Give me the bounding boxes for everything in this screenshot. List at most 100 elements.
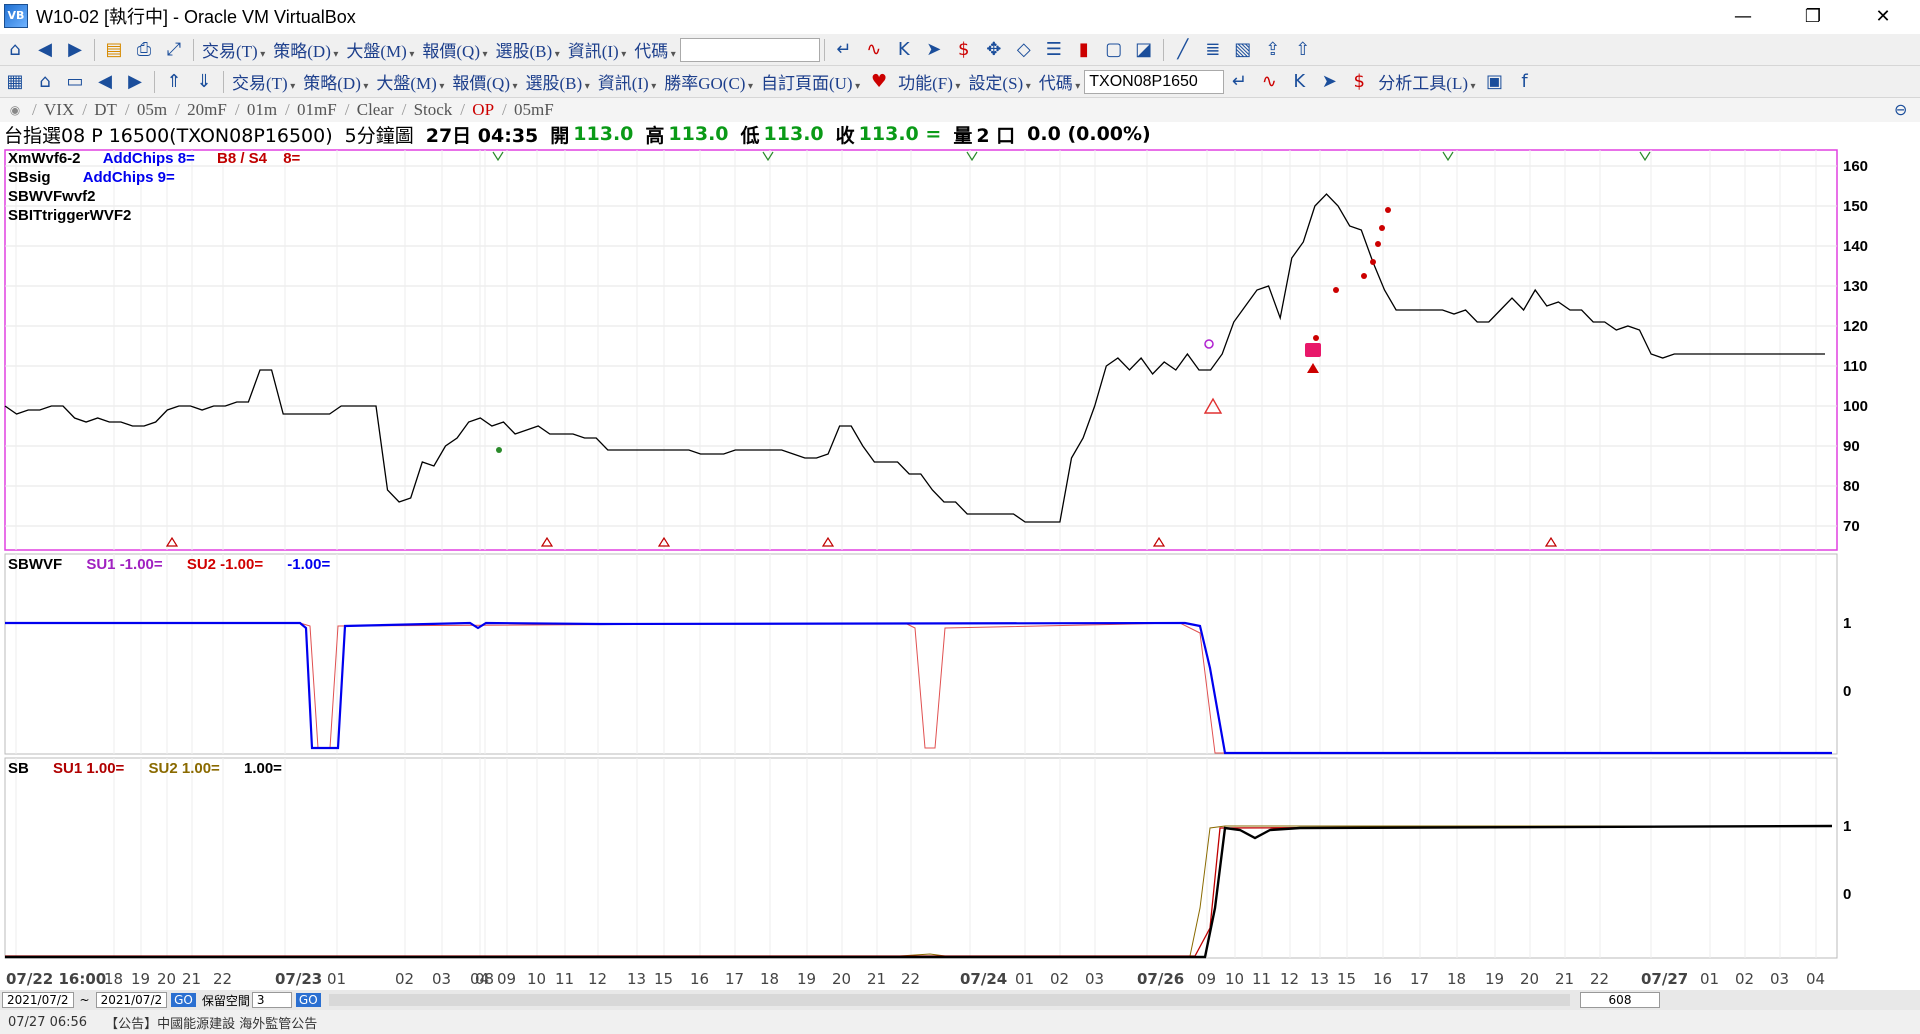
legend-addchips: AddChips 8=: [102, 150, 195, 167]
x-tick-label: 07/26: [1137, 970, 1185, 988]
eraser-icon[interactable]: ◇: [1011, 37, 1037, 63]
bar-count[interactable]: 608: [1580, 992, 1660, 1008]
scroll-track[interactable]: [328, 994, 1570, 1006]
line-chart-icon[interactable]: ∿: [1256, 69, 1282, 95]
tab-clear[interactable]: Clear: [343, 100, 400, 120]
x-tick-label: 03: [1770, 970, 1790, 988]
menu2-market[interactable]: 大盤(M): [376, 69, 444, 94]
tab-vix[interactable]: VIX: [30, 100, 80, 120]
window-icon[interactable]: ▭: [62, 69, 88, 95]
back-icon[interactable]: ◀: [92, 69, 118, 95]
code-input-1[interactable]: [679, 37, 820, 62]
move-icon[interactable]: ✥: [981, 37, 1007, 63]
hatch-icon[interactable]: ▧: [1230, 37, 1256, 63]
pointer-icon[interactable]: ➤: [1316, 69, 1342, 95]
datetime-label: 27日 04:35: [425, 124, 539, 147]
tab-01m[interactable]: 01m: [233, 100, 283, 120]
window-title: W10-02 [執行中] - Oracle VM VirtualBox: [36, 7, 356, 27]
line-chart-icon[interactable]: ∿: [861, 37, 887, 63]
up-double-icon[interactable]: ⇑: [161, 69, 187, 95]
down-double-icon[interactable]: ⇓: [191, 69, 217, 95]
menu2-strategy[interactable]: 策略(D): [303, 69, 368, 94]
menu2-winrate[interactable]: 勝率GO(C): [664, 69, 753, 94]
forward-icon[interactable]: ▶: [62, 37, 88, 63]
go-button-2[interactable]: GO: [295, 993, 321, 1007]
up-arrow-icon[interactable]: ⇧: [1290, 37, 1316, 63]
heart-icon[interactable]: ♥: [866, 69, 892, 95]
tab-05m[interactable]: 05m: [123, 100, 173, 120]
menu2-analysis[interactable]: 分析工具(L): [1378, 69, 1475, 94]
x-tick-label: 17: [725, 970, 745, 988]
volume-label: 量: [953, 124, 973, 147]
x-tick-label: 10: [527, 970, 547, 988]
go-button[interactable]: GO: [171, 993, 196, 1007]
k-chart-icon[interactable]: K: [1286, 69, 1312, 95]
code-input-2[interactable]: TXON08P1650: [1084, 69, 1225, 94]
zoom-icon[interactable]: ⊖: [1894, 100, 1907, 119]
home-icon[interactable]: ⌂: [32, 69, 58, 95]
x-tick-label: 15: [1337, 970, 1357, 988]
frame-icon[interactable]: ▢: [1101, 37, 1127, 63]
x-tick-label: 17: [1410, 970, 1430, 988]
pointer-icon[interactable]: ➤: [921, 37, 947, 63]
resize-icon[interactable]: ⤢: [161, 37, 187, 63]
menu2-custom[interactable]: 自訂頁面(U): [761, 69, 860, 94]
tab-05mf[interactable]: 05mF: [500, 100, 560, 120]
back-icon[interactable]: ◀: [32, 37, 58, 63]
k-chart-icon[interactable]: K: [891, 37, 917, 63]
menu-screen[interactable]: 選股(B): [496, 37, 560, 62]
enter-icon[interactable]: ↵: [831, 37, 857, 63]
menu-info[interactable]: 資訊(I): [568, 37, 627, 62]
end-date-select[interactable]: 2021/07/2: [95, 992, 168, 1008]
tab-op[interactable]: OP: [458, 100, 500, 120]
candle-icon[interactable]: ▮: [1071, 37, 1097, 63]
facebook-icon[interactable]: f: [1512, 69, 1538, 95]
minimize-button[interactable]: —: [1714, 0, 1772, 32]
x-tick-label: 18: [104, 970, 124, 988]
status-news: 【公告】中國能源建設 海外監管公告: [105, 1016, 318, 1032]
toolbar-2: ▦ ⌂ ▭ ◀ ▶ ⇑ ⇓ 交易(T) 策略(D) 大盤(M) 報價(Q) 選股…: [0, 66, 1920, 98]
calculator-icon[interactable]: ▣: [1482, 69, 1508, 95]
reserve-input[interactable]: 3: [251, 992, 292, 1008]
home-icon[interactable]: ⌂: [2, 37, 28, 63]
grid-icon[interactable]: ▦: [2, 69, 28, 95]
tab-arrow-icon[interactable]: ◉: [2, 97, 28, 123]
y-tick-label: 130: [1843, 278, 1868, 295]
menu2-function[interactable]: 功能(F): [898, 69, 960, 94]
close-button[interactable]: ✕: [1854, 0, 1912, 32]
up-box-icon[interactable]: ⇪: [1260, 37, 1286, 63]
forward-icon[interactable]: ▶: [122, 69, 148, 95]
folder-icon[interactable]: ▤: [101, 37, 127, 63]
start-date-select[interactable]: 2021/07/2: [2, 992, 74, 1008]
draw-line-icon[interactable]: ╱: [1170, 37, 1196, 63]
layers-icon[interactable]: ◪: [1131, 37, 1157, 63]
dollar-icon[interactable]: $: [951, 37, 977, 63]
menu-market[interactable]: 大盤(M): [346, 37, 414, 62]
menu2-settings[interactable]: 設定(S): [968, 69, 1030, 94]
enter-icon[interactable]: ↵: [1226, 69, 1252, 95]
menu2-quote[interactable]: 報價(Q): [452, 69, 517, 94]
menu2-screen[interactable]: 選股(B): [526, 69, 590, 94]
x-tick-label: 16: [690, 970, 710, 988]
menu-strategy[interactable]: 策略(D): [273, 37, 338, 62]
menu-trade[interactable]: 交易(T): [202, 37, 265, 62]
tab-dt[interactable]: DT: [80, 100, 123, 120]
symbol-name: 台指選08 P 16500(TXON08P16500): [4, 124, 333, 147]
tab-stock[interactable]: Stock: [400, 100, 459, 120]
list-icon[interactable]: ☰: [1041, 37, 1067, 63]
menu-quote[interactable]: 報價(Q): [422, 37, 487, 62]
maximize-button[interactable]: ❐: [1784, 0, 1842, 32]
sb-legend: SB SU1 1.00= SU2 1.00= 1.00=: [8, 760, 282, 777]
menu2-info[interactable]: 資訊(I): [598, 69, 657, 94]
x-tick-label: 07/27: [1641, 970, 1689, 988]
menu2-trade[interactable]: 交易(T): [232, 69, 295, 94]
legend-sbwvf: SBWVF: [8, 556, 63, 573]
legend-sb: SB: [8, 760, 29, 777]
tab-01mf[interactable]: 01mF: [283, 100, 343, 120]
dollar-icon[interactable]: $: [1346, 69, 1372, 95]
tab-20mf[interactable]: 20mF: [173, 100, 233, 120]
x-tick-label: 19: [1485, 970, 1505, 988]
print-icon[interactable]: ⎙: [131, 37, 157, 63]
fib-icon[interactable]: ≣: [1200, 37, 1226, 63]
x-tick-label: 07/24: [960, 970, 1008, 988]
